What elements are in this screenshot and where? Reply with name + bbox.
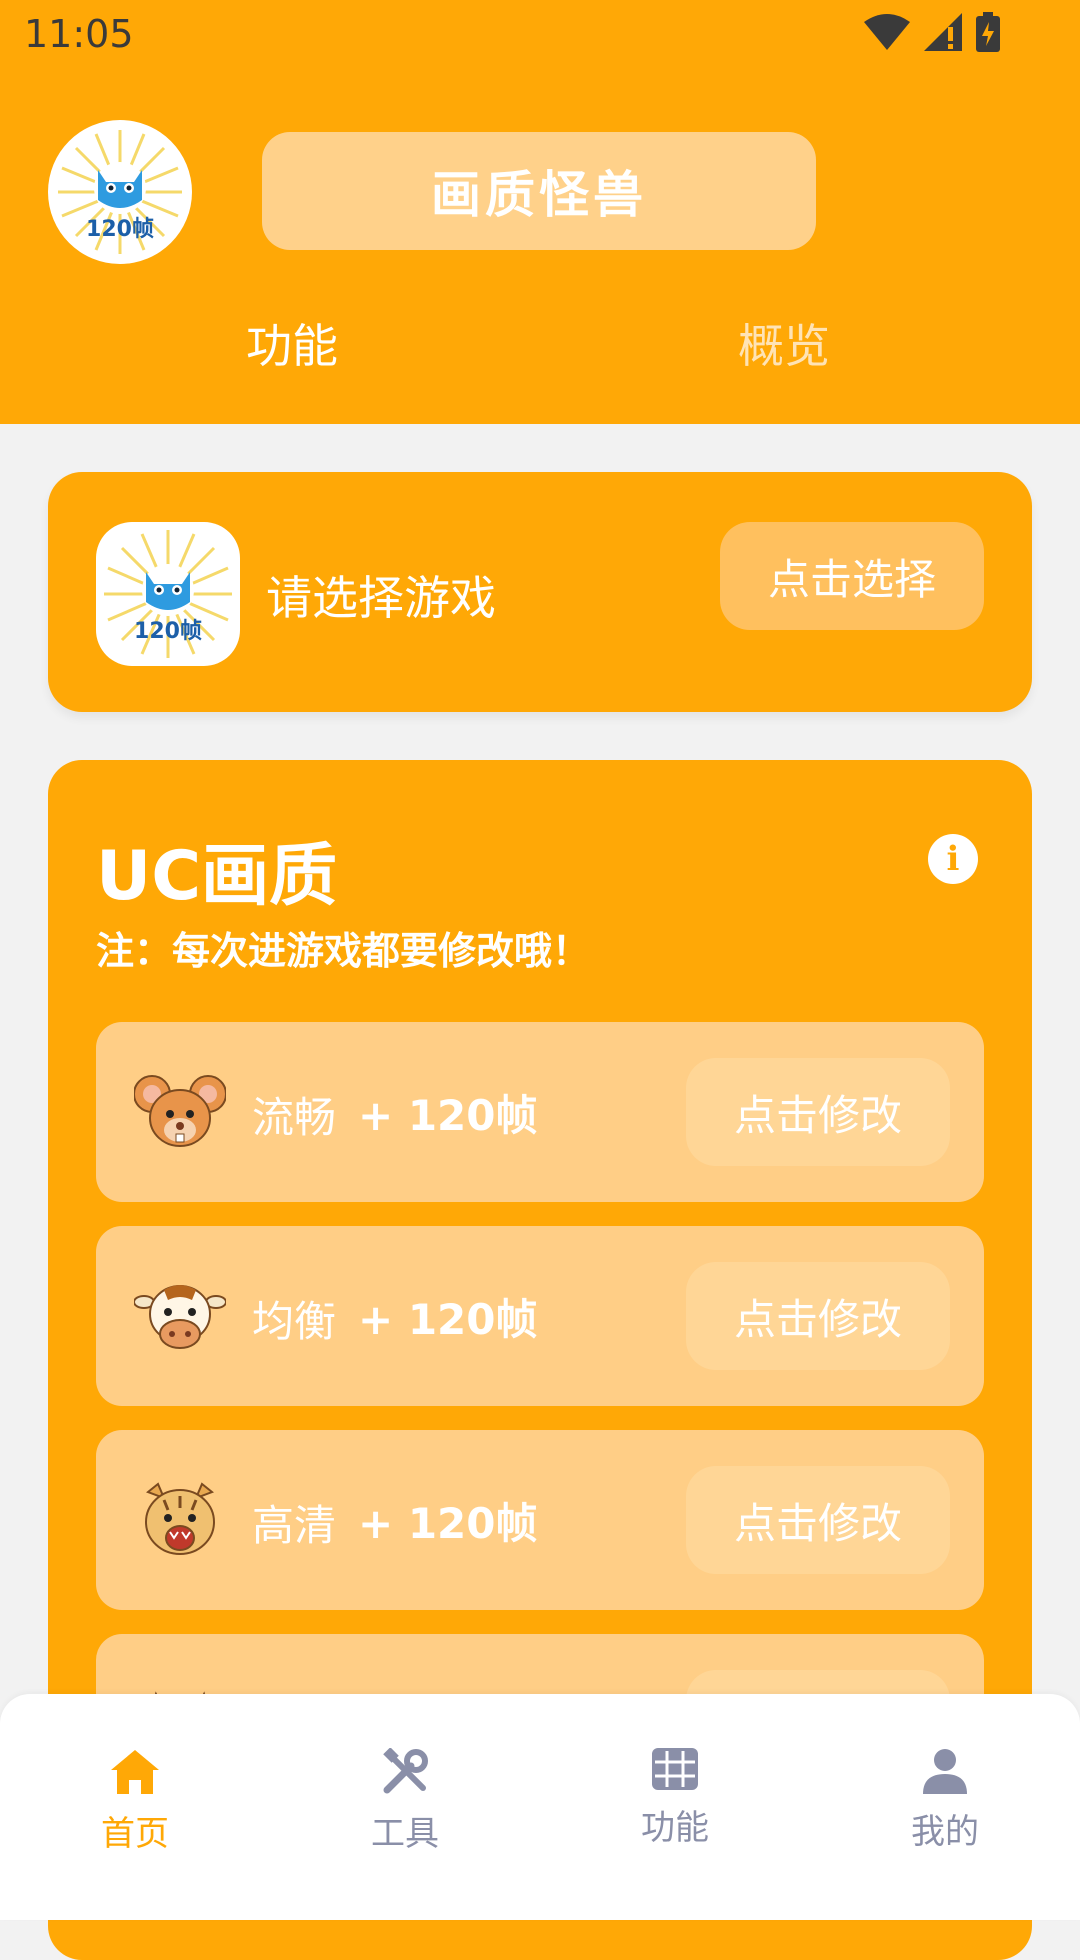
uc-quality-note: 注：每次进游戏都要修改哦！ — [96, 929, 591, 973]
mouse-icon — [134, 1075, 226, 1147]
tab-features[interactable]: 功能 — [246, 310, 338, 376]
app-title: 画质怪兽 — [262, 132, 816, 250]
game-select-card: 120帧 请选择游戏 点击选择 — [48, 472, 1032, 712]
nav-features[interactable]: 功能 — [595, 1748, 755, 1849]
quality-option-balanced: 均衡 + 120帧 点击修改 — [96, 1226, 984, 1406]
modify-button-balanced[interactable]: 点击修改 — [686, 1262, 950, 1370]
nav-features-label: 功能 — [641, 1808, 709, 1848]
nav-tools[interactable]: 工具 — [325, 1748, 485, 1855]
game-icon: 120帧 — [96, 522, 240, 666]
wifi-icon — [864, 14, 910, 50]
logo-text: 120帧 — [86, 217, 154, 242]
status-time: 11:05 — [24, 12, 134, 56]
option-boost: + 120帧 — [358, 1091, 538, 1140]
option-name: 流畅 — [252, 1093, 337, 1142]
quality-option-hd: 高清 + 120帧 点击修改 — [96, 1430, 984, 1610]
nav-profile[interactable]: 我的 — [865, 1748, 1025, 1853]
option-boost: + 120帧 — [358, 1499, 538, 1548]
cow-icon — [134, 1285, 226, 1349]
app-logo: 120帧 — [48, 120, 192, 264]
grid-icon — [652, 1748, 698, 1790]
option-boost: + 120帧 — [358, 1295, 538, 1344]
option-name: 均衡 — [252, 1297, 337, 1346]
bottom-nav: 首页 工具 功能 我的 — [0, 1694, 1080, 1920]
home-icon — [111, 1750, 159, 1794]
modify-button-hd[interactable]: 点击修改 — [686, 1466, 950, 1574]
app-header: 11:05 120帧 画质怪兽 功能 概览 — [0, 0, 1080, 424]
signal-icon — [924, 13, 962, 51]
select-game-prompt: 请选择游戏 — [266, 571, 496, 625]
status-icons — [864, 12, 1000, 52]
select-game-button[interactable]: 点击选择 — [720, 522, 984, 630]
game-icon-text: 120帧 — [134, 619, 202, 644]
tools-icon — [383, 1748, 428, 1794]
nav-home[interactable]: 首页 — [55, 1748, 215, 1855]
nav-profile-label: 我的 — [911, 1812, 979, 1852]
battery-icon — [976, 12, 1000, 52]
nav-home-label: 首页 — [101, 1814, 169, 1854]
nav-tools-label: 工具 — [371, 1814, 439, 1854]
uc-quality-title: UC画质 — [96, 837, 338, 916]
option-name: 高清 — [252, 1501, 337, 1550]
modify-button-smooth[interactable]: 点击修改 — [686, 1058, 950, 1166]
tab-overview[interactable]: 概览 — [738, 310, 830, 376]
info-icon[interactable]: i — [928, 834, 978, 884]
quality-option-smooth: 流畅 + 120帧 点击修改 — [96, 1022, 984, 1202]
person-icon — [923, 1749, 967, 1794]
tiger-icon — [145, 1482, 215, 1555]
